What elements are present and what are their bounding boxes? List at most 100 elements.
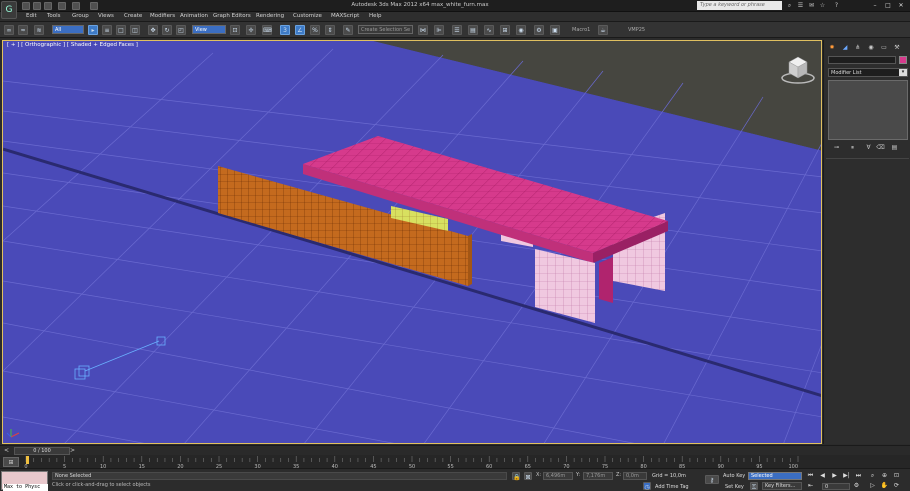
percent-snap-icon[interactable]: % xyxy=(310,25,320,35)
go-to-start-icon[interactable]: ⏮ xyxy=(806,472,815,480)
absolute-mode-icon[interactable]: ⊠ xyxy=(524,472,532,481)
show-end-result-icon[interactable]: ⏸ xyxy=(848,144,857,152)
rotate-icon[interactable]: ↻ xyxy=(162,25,172,35)
maximize-icon[interactable]: □ xyxy=(883,1,893,10)
close-icon[interactable]: ✕ xyxy=(896,1,906,10)
perspective-viewport[interactable]: [ + ] [ Orthographic ] [ Shaded + Edged … xyxy=(2,40,822,444)
selection-filter-dropdown[interactable]: All xyxy=(52,25,84,34)
minimize-icon[interactable]: – xyxy=(870,1,880,10)
time-config-icon[interactable]: ⚙ xyxy=(852,482,861,490)
previous-frame-icon[interactable]: ◀ xyxy=(818,472,827,480)
search-input[interactable]: Type a keyword or phrase xyxy=(697,1,782,10)
track-bar-ruler[interactable]: 0 5 10 15 20 25 30 35 40 45 50 55 60 65 70 75 80 85 90 95 10… xyxy=(22,455,802,469)
undo-icon[interactable] xyxy=(58,2,66,10)
modify-tab-icon[interactable]: ◢ xyxy=(840,43,850,52)
schematic-view-icon[interactable]: ⊞ xyxy=(500,25,510,35)
go-to-end-icon[interactable]: ⏭ xyxy=(854,472,863,480)
favorites-icon[interactable]: ☆ xyxy=(819,2,826,9)
app-logo-button[interactable]: G xyxy=(1,1,17,19)
viewport-label[interactable]: [ + ] [ Orthographic ] [ Shaded + Edged … xyxy=(7,42,138,48)
render-setup-icon[interactable]: ⚙ xyxy=(534,25,544,35)
prev-frame-icon[interactable]: < xyxy=(4,447,12,455)
remove-modifier-icon[interactable]: ⌫ xyxy=(876,144,885,152)
configure-modifier-sets-icon[interactable]: ▤ xyxy=(890,144,899,152)
set-key-button[interactable]: Set Key xyxy=(725,484,744,490)
link-icon[interactable]: ∞ xyxy=(4,25,14,35)
next-frame-icon[interactable]: ▶| xyxy=(842,472,851,480)
menu-create[interactable]: Create xyxy=(124,13,142,19)
rect-selection-icon[interactable]: □ xyxy=(116,25,126,35)
add-time-tag-button[interactable]: Add Time Tag xyxy=(655,484,689,490)
pin-stack-icon[interactable]: ⊸ xyxy=(832,144,841,152)
layer-manager-icon[interactable]: ☰ xyxy=(452,25,462,35)
key-mode-toggle-icon[interactable]: ⇤ xyxy=(806,482,815,490)
menu-graph-editors[interactable]: Graph Editors xyxy=(213,13,251,19)
orbit-icon[interactable]: ⟳ xyxy=(892,482,901,490)
time-slider-thumb[interactable]: 0 / 100 xyxy=(14,447,70,455)
object-name-field[interactable] xyxy=(828,56,896,64)
select-object-icon[interactable]: ▸ xyxy=(88,25,98,35)
zoom-all-icon[interactable]: ⊕ xyxy=(880,472,889,480)
mirror-icon[interactable]: ⋈ xyxy=(418,25,428,35)
key-mode-icon[interactable]: ⚿ xyxy=(750,482,758,491)
x-coord-field[interactable]: 6,496m xyxy=(543,472,573,480)
menu-customize[interactable]: Customize xyxy=(293,13,322,19)
set-key-icon[interactable]: ⚷ xyxy=(705,475,719,484)
maxscript-mini-label[interactable]: Max to Physc xyxy=(3,484,48,491)
lock-selection-icon[interactable]: 🔒 xyxy=(512,472,520,481)
modifier-stack-view[interactable] xyxy=(828,80,908,140)
snap-toggle-icon[interactable]: 3 xyxy=(280,25,290,35)
create-tab-icon[interactable]: ✸ xyxy=(827,43,837,52)
material-editor-icon[interactable]: ◉ xyxy=(516,25,526,35)
play-icon[interactable]: ▶ xyxy=(830,472,839,480)
next-frame-icon[interactable]: > xyxy=(70,447,78,455)
current-frame-field[interactable]: 0 xyxy=(822,483,850,490)
menu-modifiers[interactable]: Modifiers xyxy=(150,13,175,19)
angle-snap-icon[interactable]: ∠ xyxy=(295,25,305,35)
macro1-button[interactable]: Macro1 xyxy=(572,27,590,33)
ref-coord-dropdown[interactable]: View xyxy=(192,25,226,34)
menu-rendering[interactable]: Rendering xyxy=(256,13,284,19)
modifier-list-dropdown[interactable]: Modifier List ▾ xyxy=(828,68,908,77)
pan-icon[interactable]: ✋ xyxy=(880,482,889,490)
menu-group[interactable]: Group xyxy=(72,13,89,19)
pivot-center-icon[interactable]: ⊡ xyxy=(230,25,240,35)
zoom-icon[interactable]: ⌕ xyxy=(868,472,877,480)
key-set-dropdown[interactable]: Selected xyxy=(748,472,802,480)
key-filters-button[interactable]: Key Filters... xyxy=(762,482,802,490)
communication-icon[interactable]: ✉ xyxy=(808,2,815,9)
motion-tab-icon[interactable]: ◉ xyxy=(866,43,876,52)
object-color-swatch[interactable] xyxy=(899,56,907,64)
unlink-icon[interactable]: ≈ xyxy=(18,25,28,35)
render-teapot-icon[interactable]: ☕ xyxy=(598,25,608,35)
bind-space-warp-icon[interactable]: ≋ xyxy=(34,25,44,35)
redo-icon[interactable] xyxy=(72,2,80,10)
new-file-icon[interactable] xyxy=(22,2,30,10)
move-icon[interactable]: ✥ xyxy=(148,25,158,35)
display-tab-icon[interactable]: ▭ xyxy=(879,43,889,52)
hierarchy-tab-icon[interactable]: ⋔ xyxy=(853,43,863,52)
macro2-button[interactable]: VMP25 xyxy=(628,27,645,33)
menu-animation[interactable]: Animation xyxy=(180,13,208,19)
time-tag-icon[interactable]: ◷ xyxy=(643,482,651,491)
menu-views[interactable]: Views xyxy=(98,13,114,19)
time-slider[interactable]: < 0 / 100 > xyxy=(0,445,910,455)
menu-tools[interactable]: Tools xyxy=(47,13,61,19)
fov-icon[interactable]: ▷ xyxy=(868,482,877,490)
y-coord-field[interactable]: 7,176m xyxy=(583,472,613,480)
keyboard-shortcut-icon[interactable]: ⌨ xyxy=(262,25,272,35)
edit-named-selection-icon[interactable]: ✎ xyxy=(343,25,353,35)
make-unique-icon[interactable]: ∀ xyxy=(864,144,873,152)
align-icon[interactable]: ⊫ xyxy=(434,25,444,35)
utilities-tab-icon[interactable]: ⚒ xyxy=(892,43,902,52)
subscription-icon[interactable]: ☰ xyxy=(797,2,804,9)
spinner-snap-icon[interactable]: ⇕ xyxy=(325,25,335,35)
window-crossing-icon[interactable]: ◫ xyxy=(130,25,140,35)
menu-help[interactable]: Help xyxy=(369,13,382,19)
manipulate-icon[interactable]: ✢ xyxy=(246,25,256,35)
select-by-name-icon[interactable]: ≡ xyxy=(102,25,112,35)
menu-edit[interactable]: Edit xyxy=(26,13,37,19)
render-frame-icon[interactable]: ▣ xyxy=(550,25,560,35)
graphite-ribbon-icon[interactable]: ▤ xyxy=(468,25,478,35)
zoom-extents-icon[interactable]: ⊡ xyxy=(892,472,901,480)
